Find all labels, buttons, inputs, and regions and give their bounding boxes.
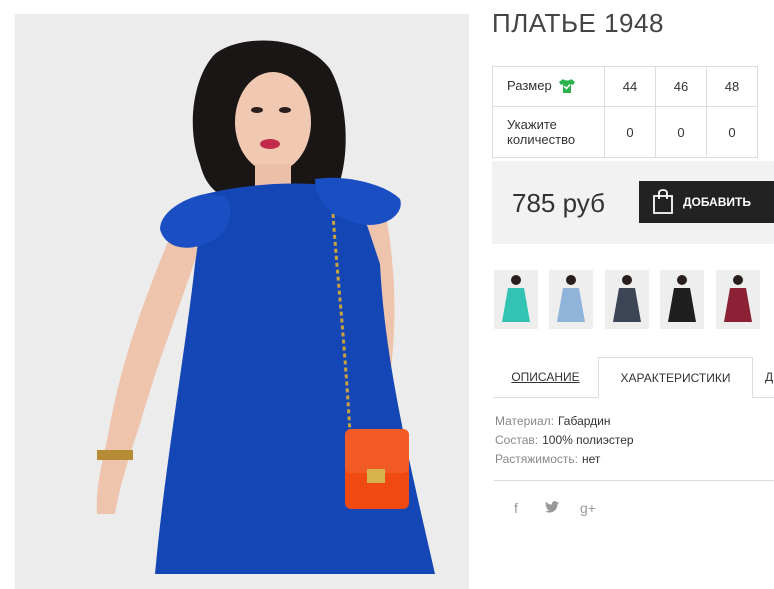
spec-value: Габардин [557,414,611,428]
quantity-input-48[interactable]: 0 [706,106,758,158]
quantity-label-line1: Укажите [507,117,557,132]
add-to-cart-button[interactable]: ДОБАВИТЬ [639,181,774,223]
quantity-input-46[interactable]: 0 [655,106,707,158]
size-option-44[interactable]: 44 [604,66,656,107]
divider [494,480,774,481]
green-shirt-icon[interactable] [559,78,576,96]
spec-value: нет [582,452,601,466]
product-photo[interactable] [15,14,469,589]
twitter-icon[interactable] [543,500,561,516]
spec-row-stretch: Растяжимость: нет [495,450,634,469]
tab-characteristics[interactable]: ХАРАКТЕРИСТИКИ [598,357,753,398]
google-plus-icon[interactable]: g+ [579,500,597,516]
spec-key: Материал: [495,414,554,428]
quantity-label-line2: количество [507,132,576,147]
tab-more[interactable]: Д [765,357,774,397]
thumb-navy[interactable] [605,270,649,329]
social-share: f g+ [507,500,597,516]
spec-value: 100% полиэстер [542,433,634,447]
spec-row-composition: Состав: 100% полиэстер [495,431,634,450]
size-option-48[interactable]: 48 [706,66,758,107]
price: 785 руб [512,188,605,218]
thumb-burgundy[interactable] [716,270,760,329]
product-tabs: ОПИСАНИЕ ХАРАКТЕРИСТИКИ Д [493,357,774,398]
quantity-label-cell: Укажите количество [492,106,605,158]
spec-row-material: Материал: Габардин [495,412,634,431]
thumb-lightblue[interactable] [549,270,593,329]
tab-description[interactable]: ОПИСАНИЕ [493,357,598,397]
add-to-cart-label: ДОБАВИТЬ [683,195,751,209]
spec-key: Растяжимость: [495,452,579,466]
dress-photo-illustration [15,14,469,589]
facebook-icon[interactable]: f [507,500,525,516]
size-label: Размер [507,77,552,93]
product-title: ПЛАТЬЕ 1948 [492,8,664,38]
quantity-input-44[interactable]: 0 [604,106,656,158]
size-table: Размер 44 46 48 Укажите количество 0 0 0 [492,66,758,158]
shopping-bag-icon [651,188,675,217]
buy-box: 785 руб ДОБАВИТЬ [492,161,774,244]
thumb-turquoise[interactable] [494,270,538,329]
specs-list: Материал: Габардин Состав: 100% полиэстер … [495,412,634,469]
thumb-black[interactable] [660,270,704,329]
size-label-cell: Размер [492,66,605,107]
size-option-46[interactable]: 46 [655,66,707,107]
spec-key: Состав: [495,433,539,447]
